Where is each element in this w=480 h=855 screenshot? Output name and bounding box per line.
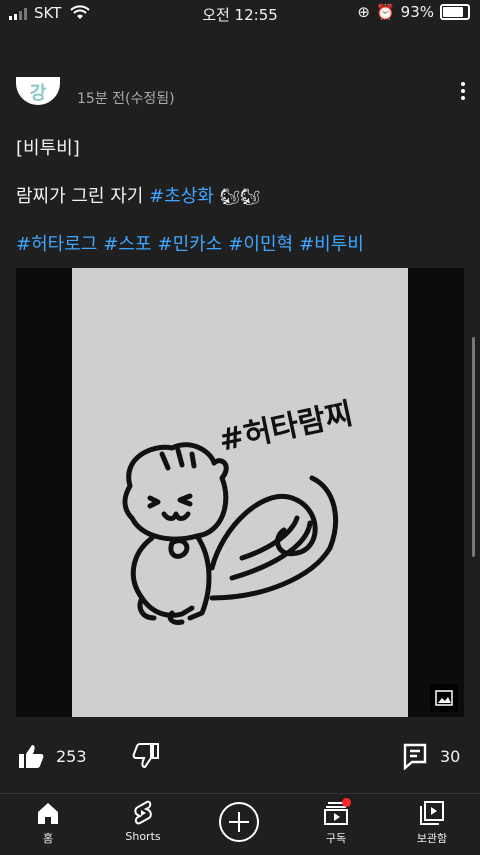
drawing-caption: #허타람찌 xyxy=(216,396,356,458)
post-text-line2: 람찌가 그린 자기 #초상화 🐿🐿 xyxy=(16,186,261,207)
post-text-line1: [비투비] xyxy=(16,138,80,159)
chipmunk-drawing: #허타람찌 xyxy=(122,396,356,625)
comment-icon[interactable] xyxy=(402,742,428,770)
hashtag-link[interactable]: #민카소 xyxy=(158,230,223,256)
status-bar: SKT 오전 12:55 ⊕ ⏰ 93% xyxy=(0,0,480,28)
hashtag-link[interactable]: #스포 xyxy=(103,230,151,256)
post-timestamp: 15분 전(수정됨) xyxy=(77,91,175,107)
nav-library[interactable]: 보관함 xyxy=(392,800,472,846)
like-count: 253 xyxy=(56,747,87,766)
nav-subscriptions[interactable]: 구독 xyxy=(296,800,376,846)
hashtag-link[interactable]: #비투비 xyxy=(299,230,364,256)
hashtag-link[interactable]: #초상화 xyxy=(149,186,214,207)
image-gallery-icon[interactable] xyxy=(430,684,458,712)
scrollbar[interactable] xyxy=(472,337,475,557)
hashtag-list: #허타로그 #스포 #민카소 #이민혁 #비투비 xyxy=(16,230,364,256)
library-icon xyxy=(420,801,444,825)
hashtag-link[interactable]: #이민혁 xyxy=(228,230,293,256)
like-icon[interactable] xyxy=(17,743,45,769)
hashtag-link[interactable]: #허타로그 xyxy=(16,230,97,256)
battery-icon xyxy=(440,4,470,20)
home-icon xyxy=(38,803,58,824)
more-options-icon[interactable] xyxy=(460,82,466,100)
chipmunk-emoji: 🐿🐿 xyxy=(219,187,261,206)
bottom-navigation: 홈 Shorts 구독 보관함 xyxy=(0,793,480,855)
dislike-icon[interactable] xyxy=(132,743,160,769)
comment-count: 30 xyxy=(440,747,461,766)
nav-home[interactable]: 홈 xyxy=(8,800,88,846)
battery-percent: 93% xyxy=(400,3,434,21)
post-image[interactable]: #허타람찌 xyxy=(16,268,464,717)
drawing-paper: #허타람찌 xyxy=(72,268,408,717)
create-button[interactable] xyxy=(219,802,259,842)
channel-avatar[interactable]: 강 xyxy=(16,77,60,105)
alarm-icon: ⏰ xyxy=(375,3,395,21)
nav-shorts[interactable]: Shorts xyxy=(103,800,183,843)
shorts-icon xyxy=(134,800,152,825)
notification-dot xyxy=(342,798,351,807)
rotation-lock-icon: ⊕ xyxy=(357,3,370,21)
post-actions: 253 30 xyxy=(0,735,480,779)
